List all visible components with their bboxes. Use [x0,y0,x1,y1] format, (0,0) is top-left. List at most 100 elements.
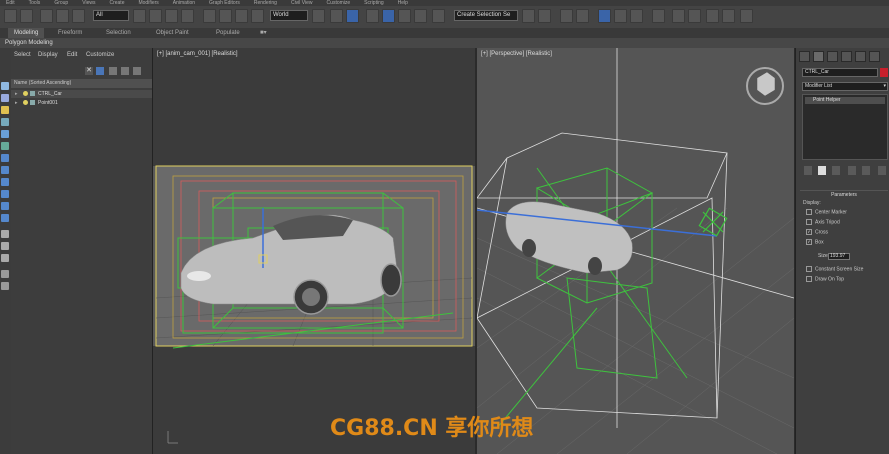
curve-editor-icon[interactable] [598,9,611,23]
viewport-label[interactable]: [+] [anim_cam_001] [Realistic] [157,51,238,57]
redo-icon[interactable] [20,9,33,23]
render-activeshade-icon[interactable] [722,9,735,23]
visibility-bulb-icon[interactable] [23,91,28,96]
display-all-icon[interactable] [1,82,9,90]
object-color-swatch[interactable] [880,68,888,77]
ribbon-sub-label[interactable]: Polygon Modeling [5,38,53,48]
ref-coord-dropdown[interactable]: World [270,10,308,21]
pivot-center-icon[interactable] [312,9,325,23]
configure-sets-icon[interactable] [862,166,870,175]
sync-selection-icon[interactable] [1,282,9,290]
checkbox-checked[interactable]: ✓ [806,239,812,245]
viewport-label[interactable]: [+] [Perspective] [Realistic] [481,51,552,57]
option-box[interactable]: ✓ Box [806,239,824,246]
render-online-icon[interactable] [740,9,753,23]
tab-freeform[interactable]: Freeform [52,28,88,38]
show-end-result-icon[interactable] [818,166,826,175]
display-cameras-icon[interactable] [1,118,9,126]
display-bones-icon[interactable] [1,178,9,186]
create-tab-icon[interactable] [799,51,810,62]
display-spacewarps-icon[interactable] [1,142,9,150]
toggle-ribbon-icon[interactable] [576,9,589,23]
display-hidden-icon[interactable] [1,214,9,222]
mirror-icon[interactable] [522,9,535,23]
tab-modeling[interactable]: Modeling [8,28,45,38]
snap-toggle-icon[interactable] [366,9,379,23]
modify-tab-icon[interactable] [813,51,824,62]
checkbox[interactable] [806,266,812,272]
modifier-list-dropdown[interactable]: Modifier List ▾ [802,82,888,91]
spinner-snap-icon[interactable] [414,9,427,23]
display-none-icon[interactable] [1,242,9,250]
material-editor-icon[interactable] [630,9,643,23]
unlink-icon[interactable] [56,9,69,23]
stack-item-point-helper[interactable]: Point Helper [805,97,885,104]
sets-list-icon[interactable] [878,166,886,175]
camera-viewport[interactable]: [+] [anim_cam_001] [Realistic] [153,48,475,454]
display-all-toggle-icon[interactable] [1,230,9,238]
window-crossing-icon[interactable] [181,9,194,23]
move-icon[interactable] [203,9,216,23]
display-invert-icon[interactable] [1,254,9,262]
checkbox[interactable] [806,219,812,225]
option-center-marker[interactable]: Center Marker [806,209,847,216]
display-xrefs-icon[interactable] [1,166,9,174]
filter-icon[interactable] [1,270,9,278]
scene-column-header[interactable]: Name (Sorted Ascending) [11,79,152,88]
scale-icon[interactable] [235,9,248,23]
ribbon-options-icon[interactable]: ■▾ [254,28,273,38]
perspective-viewport[interactable]: [+] [Perspective] [Realistic] [477,48,794,454]
undo-icon[interactable] [4,9,17,23]
display-containers-icon[interactable] [1,190,9,198]
utilities-tab-icon[interactable] [869,51,880,62]
hierarchy-tab-icon[interactable] [827,51,838,62]
hierarchy-icon[interactable] [133,67,141,75]
make-unique-icon[interactable] [832,166,840,175]
schematic-view-icon[interactable] [614,9,627,23]
layer-explorer-icon[interactable] [560,9,573,23]
display-geometry-icon[interactable] [1,94,9,102]
select-object-icon[interactable] [133,9,146,23]
expand-arrow-icon[interactable]: ▸ [15,90,18,98]
tab-object-paint[interactable]: Object Paint [150,28,195,38]
option-cross[interactable]: ✓ Cross [806,229,828,236]
render-iterative-icon[interactable] [706,9,719,23]
clear-filter-icon[interactable]: ✕ [85,67,93,75]
size-spinner[interactable]: 193.97 [828,253,850,260]
rect-selection-icon[interactable] [165,9,178,23]
checkbox-checked[interactable]: ✓ [806,229,812,235]
checkbox[interactable] [806,276,812,282]
render-production-icon[interactable] [688,9,701,23]
edit-named-sets-icon[interactable] [432,9,445,23]
display-lights-icon[interactable] [1,106,9,114]
modifier-stack[interactable]: Point Helper [802,94,888,160]
tab-selection[interactable]: Selection [100,28,137,38]
scene-row[interactable]: ▸ Point001 [11,99,152,107]
selection-filter-dropdown[interactable]: All [93,10,129,21]
render-setup-icon[interactable] [652,9,665,23]
bind-space-warp-icon[interactable] [72,9,85,23]
motion-tab-icon[interactable] [841,51,852,62]
pin-stack-icon[interactable] [804,166,812,175]
object-name-field[interactable]: CTRL_Car [802,68,878,77]
select-by-name-icon[interactable] [149,9,162,23]
lock-icon[interactable] [109,67,117,75]
tab-populate[interactable]: Populate [210,28,246,38]
link-icon[interactable] [40,9,53,23]
option-constant-screen-size[interactable]: Constant Screen Size [806,266,863,273]
visibility-bulb-icon[interactable] [23,100,28,105]
keyboard-shortcut-icon[interactable] [346,9,359,23]
rotate-icon[interactable] [219,9,232,23]
placement-icon[interactable] [251,9,264,23]
rendered-frame-icon[interactable] [672,9,685,23]
option-draw-on-top[interactable]: Draw On Top [806,276,844,283]
scene-menu-customize[interactable]: Customize [86,52,114,58]
scene-row[interactable]: ▸ CTRL_Car [11,90,152,98]
angle-snap-icon[interactable] [382,9,395,23]
scene-menu-select[interactable]: Select [14,52,31,58]
align-icon[interactable] [538,9,551,23]
named-selection-dropdown[interactable]: Create Selection Se [454,10,518,21]
remove-modifier-icon[interactable] [848,166,856,175]
display-tab-icon[interactable] [855,51,866,62]
display-groups-icon[interactable] [1,154,9,162]
